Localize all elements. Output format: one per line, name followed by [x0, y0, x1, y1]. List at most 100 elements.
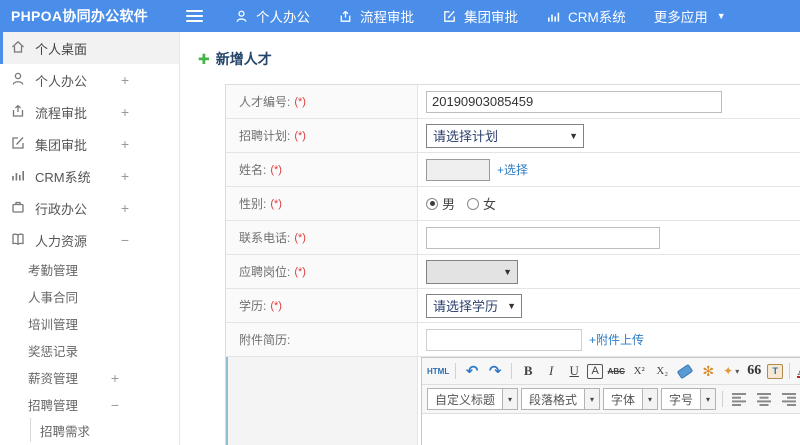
gender-female-radio[interactable]	[467, 197, 480, 210]
main-content: ✚ 新增人才 人才编号: (*) 招聘计划: (*) 请选择计划 ▼	[180, 32, 800, 445]
align-right-icon[interactable]	[779, 389, 800, 409]
field-label: 招聘计划: (*)	[226, 119, 418, 152]
font-size-dropdown[interactable]: 字号 ▾	[661, 388, 717, 410]
form-row-gender: 性别: (*) 男 女	[226, 187, 800, 221]
hamburger-menu-icon[interactable]	[186, 7, 204, 25]
expand-toggle[interactable]: +	[121, 72, 129, 88]
sidebar-item-recruit-demand[interactable]: 招聘需求	[30, 418, 179, 442]
sidebar-item-personal-office[interactable]: 个人办公 +	[0, 64, 179, 96]
font-family-dropdown[interactable]: 字体 ▾	[603, 388, 659, 410]
nav-workflow-approval[interactable]: 流程审批	[338, 6, 414, 26]
edit-icon	[10, 135, 26, 154]
italic-button[interactable]: I	[541, 361, 561, 381]
form-row-name: 姓名: (*) +选择	[226, 153, 800, 187]
sidebar-item-label: CRM系统	[35, 169, 91, 185]
gender-male-radio[interactable]	[426, 197, 438, 210]
caret-down-icon: ▾	[642, 389, 658, 409]
nav-label: 个人办公	[256, 10, 310, 25]
attachment-upload-link[interactable]: +附件上传	[589, 331, 644, 348]
undo-button[interactable]: ↶	[462, 361, 482, 381]
align-center-icon[interactable]	[754, 389, 776, 409]
format-brush-icon[interactable]: ✻	[698, 361, 718, 381]
sidebar-subitem-label: 薪资管理	[28, 372, 79, 386]
sidebar-item-workflow[interactable]: 流程审批 +	[0, 96, 179, 128]
top-header: PHPOA协同办公软件 个人办公 流程审批 集团审批 CRM系统 更多应用 ▼	[0, 0, 800, 32]
sidebar-item-rewards[interactable]: 奖惩记录	[0, 337, 179, 364]
sidebar-item-hr-contract[interactable]: 人事合同	[0, 283, 179, 310]
workflow-icon	[10, 103, 26, 122]
plan-select[interactable]: 请选择计划 ▼	[426, 123, 584, 148]
sidebar-item-attendance[interactable]: 考勤管理	[0, 256, 179, 283]
sidebar-item-label: 流程审批	[35, 105, 88, 121]
resume-input[interactable]	[426, 328, 582, 351]
editor-content-area[interactable]	[422, 414, 800, 445]
sidebar-subitem-label: 招聘管理	[28, 399, 79, 413]
subscript-button[interactable]: X₂	[652, 361, 672, 381]
field-label: 附件简历:	[226, 323, 418, 356]
font-style-button[interactable]: A	[587, 363, 604, 379]
home-icon	[10, 39, 26, 58]
gender-female-label: 女	[483, 197, 497, 212]
sidebar-item-crm[interactable]: CRM系统 +	[0, 160, 179, 192]
custom-title-dropdown[interactable]: 自定义标题 ▾	[427, 388, 519, 410]
sidebar-subitem-label: 奖惩记录	[28, 345, 79, 359]
bold-button[interactable]: B	[518, 361, 538, 381]
expand-toggle[interactable]: +	[121, 200, 129, 216]
caret-down-icon: ▾	[502, 389, 518, 409]
field-label: 性别: (*)	[226, 187, 418, 220]
underline-button[interactable]: U	[564, 361, 584, 381]
collapse-toggle[interactable]: −	[111, 397, 119, 413]
sidebar-item-group-approval[interactable]: 集团审批 +	[0, 128, 179, 160]
auto-typeset-icon[interactable]: ✦ ▾	[721, 361, 741, 381]
align-left-icon[interactable]	[729, 389, 751, 409]
nav-crm-system[interactable]: CRM系统	[546, 6, 626, 26]
blockquote-button[interactable]: 66	[744, 361, 764, 381]
field-label: 学历: (*)	[226, 289, 418, 322]
position-select[interactable]: ▼	[426, 259, 518, 284]
sidebar-item-hr[interactable]: 人力资源 −	[0, 224, 179, 256]
gender-male-label: 男	[442, 197, 456, 212]
expand-toggle[interactable]: +	[121, 168, 129, 184]
field-label: 人才编号: (*)	[226, 85, 418, 118]
choose-person-link[interactable]: +选择	[497, 161, 528, 178]
page-title: ✚ 新增人才	[198, 49, 800, 69]
sidebar-item-label: 行政办公	[35, 201, 88, 217]
nav-group-approval[interactable]: 集团审批	[442, 6, 518, 26]
form-row-position: 应聘岗位: (*) ▼	[226, 255, 800, 289]
font-color-button[interactable]: A ▾	[796, 361, 800, 381]
strikethrough-button[interactable]: ABC	[606, 361, 626, 381]
field-label: 联系电话: (*)	[226, 221, 418, 254]
html-source-button[interactable]: HTML	[427, 361, 449, 381]
paragraph-format-dropdown[interactable]: 段落格式 ▾	[521, 388, 601, 410]
required-mark: (*)	[294, 231, 306, 244]
education-select[interactable]: 请选择学历 ▼	[426, 293, 522, 318]
sidebar-subitem-label: 培训管理	[28, 318, 79, 332]
nav-label: 集团审批	[464, 10, 518, 25]
redo-button[interactable]: ↷	[485, 361, 505, 381]
eraser-icon[interactable]	[675, 361, 695, 381]
nav-personal-office[interactable]: 个人办公	[234, 6, 310, 26]
superscript-button[interactable]: X²	[629, 361, 649, 381]
page-title-text: 新增人才	[215, 51, 272, 67]
collapse-toggle[interactable]: −	[121, 232, 129, 248]
sidebar-item-salary[interactable]: 薪资管理 +	[0, 364, 179, 391]
required-mark: (*)	[270, 163, 282, 176]
name-input[interactable]	[426, 158, 490, 181]
paste-from-word-icon[interactable]: T	[767, 363, 784, 379]
caret-down-icon: ▼	[569, 130, 578, 141]
book-icon	[10, 231, 26, 250]
phone-input[interactable]	[426, 226, 660, 249]
sidebar-item-desktop[interactable]: 个人桌面	[0, 32, 179, 64]
sidebar-item-recruitment[interactable]: 招聘管理 −	[0, 391, 179, 418]
expand-toggle[interactable]: +	[121, 104, 129, 120]
form-row-talent-no: 人才编号: (*)	[226, 85, 800, 119]
bar-chart-icon	[546, 9, 561, 24]
required-mark: (*)	[270, 299, 282, 312]
talent-no-input[interactable]	[426, 90, 722, 113]
sidebar-item-admin-office[interactable]: 行政办公 +	[0, 192, 179, 224]
expand-toggle[interactable]: +	[121, 136, 129, 152]
sidebar-item-training[interactable]: 培训管理	[0, 310, 179, 337]
caret-down-icon: ▼	[507, 300, 516, 311]
expand-toggle[interactable]: +	[111, 370, 119, 386]
nav-more-apps[interactable]: 更多应用 ▼	[654, 6, 726, 26]
